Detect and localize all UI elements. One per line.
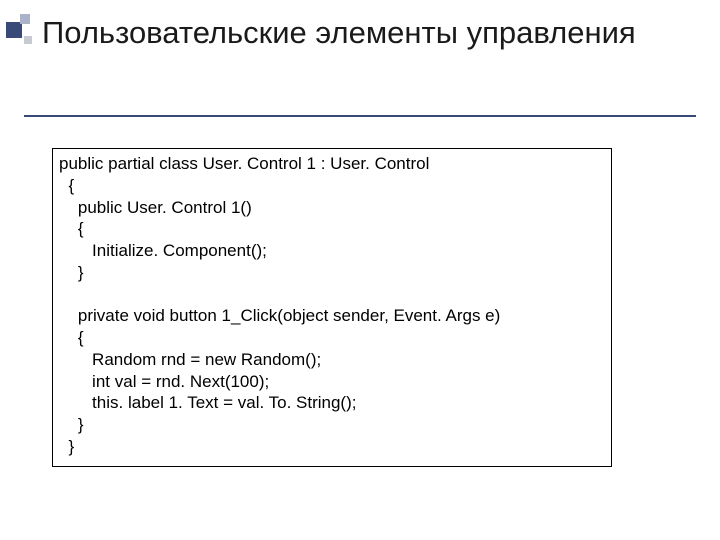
slide: Пользовательские элементы управления pub… [0, 0, 720, 540]
deco-square-large [6, 22, 22, 38]
deco-square-small [24, 36, 32, 44]
deco-square-medium [20, 14, 30, 24]
code-block: public partial class User. Control 1 : U… [52, 148, 612, 467]
slide-title: Пользовательские элементы управления [42, 14, 690, 53]
title-underline [24, 115, 696, 117]
corner-decoration [6, 14, 40, 48]
